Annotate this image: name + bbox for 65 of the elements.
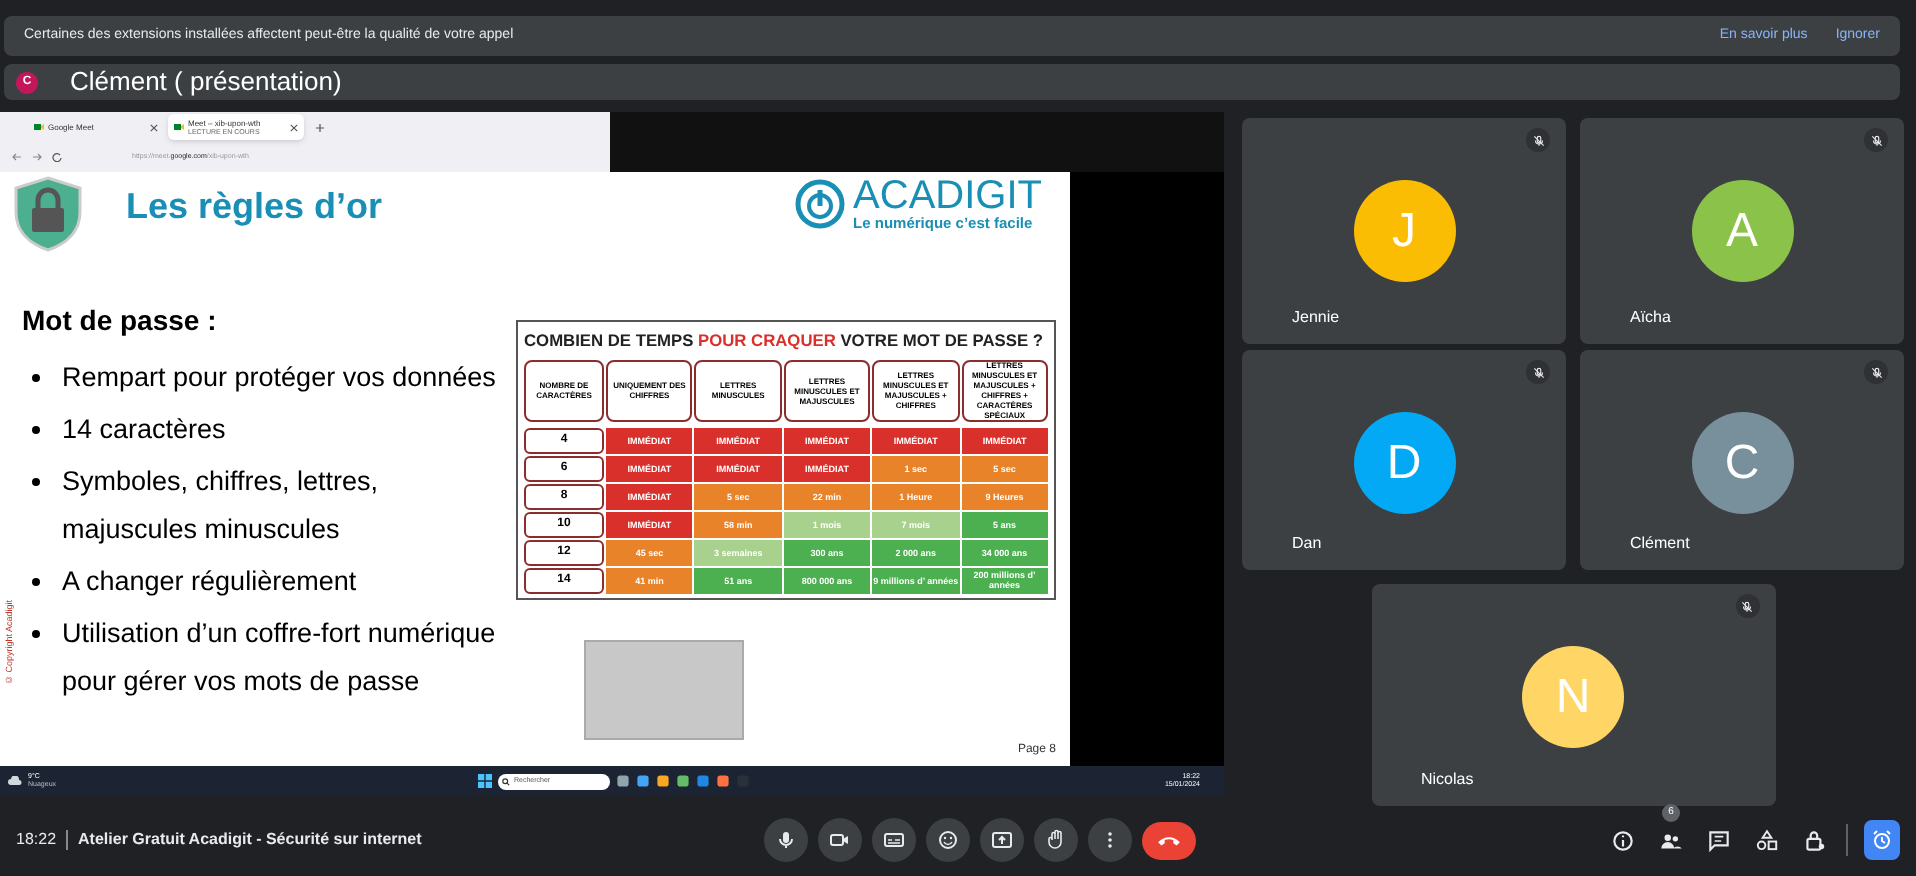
bullet-text: Utilisation d’un coffre-fort numérique pour gérer vos mots de passe <box>62 616 498 700</box>
cloud-icon <box>8 776 22 786</box>
mic-off-icon <box>1740 599 1754 613</box>
participant-name: Jennie <box>1292 306 1340 330</box>
power-icon <box>793 177 846 230</box>
hand-icon <box>1044 828 1068 852</box>
captions-icon <box>882 828 906 852</box>
present-screen-icon <box>990 828 1014 852</box>
camera-icon <box>828 828 852 852</box>
info-icon <box>1609 827 1635 853</box>
meet-icon <box>174 122 184 132</box>
meeting-time: 18:22 <box>16 828 57 852</box>
camera-button[interactable] <box>818 818 862 862</box>
bullet-text: A changer régulièrement <box>62 564 359 600</box>
meeting-title: Atelier Gratuit Acadigit - Sécurité sur internet <box>78 828 422 852</box>
phone-hangup-icon <box>1156 832 1182 848</box>
shapes-icon <box>1753 827 1779 853</box>
bullet-text: 14 caractères <box>62 412 228 448</box>
participant-avatar: A <box>1691 180 1793 282</box>
present-screen-button[interactable] <box>980 818 1024 862</box>
close-icon[interactable] <box>150 123 158 131</box>
microphone-icon <box>774 828 798 852</box>
bullet-text: Symboles, chiffres, lettres, majuscules minuscules <box>62 464 381 548</box>
slide-heading: Mot de passe : <box>22 302 219 340</box>
shield-lock-icon <box>12 176 84 252</box>
back-icon[interactable] <box>12 152 22 162</box>
end-call-button[interactable] <box>1142 821 1196 859</box>
bullet-icon <box>32 374 40 382</box>
meet-icon <box>34 122 44 132</box>
forward-icon[interactable] <box>32 152 42 162</box>
mic-off-icon <box>1531 133 1545 147</box>
participant-name: Dan <box>1292 532 1322 556</box>
emoji-button[interactable] <box>926 818 970 862</box>
alarm-clock-icon <box>1870 828 1894 852</box>
slide-title: Les règles d’or <box>126 184 385 230</box>
bullet-icon <box>32 426 40 434</box>
hand-button[interactable] <box>1034 818 1078 862</box>
captions-button[interactable] <box>872 818 916 862</box>
bullet-icon <box>32 478 40 486</box>
logo-name: ACADIGIT <box>853 176 1042 216</box>
close-icon[interactable] <box>290 123 298 131</box>
participant-name: Clément <box>1630 532 1690 556</box>
mic-off-icon <box>1869 133 1883 147</box>
bullet-icon <box>32 630 40 638</box>
mic-off-icon <box>1869 365 1883 379</box>
mic-off-icon <box>1531 365 1545 379</box>
search-icon <box>502 777 510 785</box>
microphone-button[interactable] <box>764 818 808 862</box>
participant-avatar: C <box>1691 412 1793 514</box>
chat-icon <box>1705 827 1731 853</box>
participant-avatar: N <box>1522 646 1624 748</box>
participant-name: Nicolas <box>1421 768 1474 792</box>
participant-avatar: D <box>1353 412 1455 514</box>
host-controls-button[interactable] <box>1864 820 1900 860</box>
table-title: COMBIEN DE TEMPS POUR CRAQUER VOTRE MOT DE PASSE ? <box>524 328 1046 354</box>
participant-name: Aïcha <box>1630 306 1671 330</box>
lock-person-icon <box>1801 827 1827 853</box>
bullet-icon <box>32 578 40 586</box>
windows-icon[interactable] <box>478 774 492 788</box>
plus-icon[interactable] <box>316 123 324 131</box>
bullet-text: Rempart pour protéger vos données <box>62 360 498 396</box>
presenter-label: Clément ( présentation) <box>70 64 342 101</box>
participant-avatar: J <box>1353 180 1455 282</box>
reload-icon[interactable] <box>52 152 62 162</box>
emoji-icon <box>936 828 960 852</box>
